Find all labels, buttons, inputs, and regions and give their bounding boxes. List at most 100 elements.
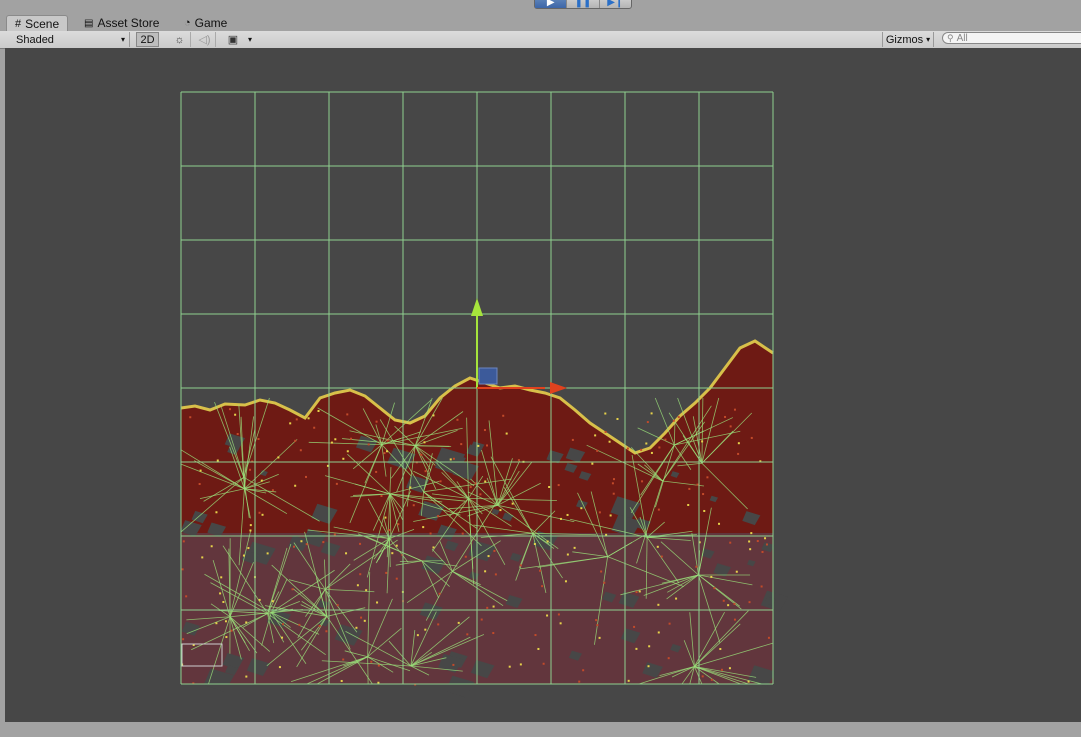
terrain-speck [492, 605, 495, 608]
terrain-speck [645, 442, 648, 445]
y-axis-arrow-icon[interactable] [471, 298, 483, 316]
terrain-speck [546, 614, 549, 617]
terrain-speck [222, 600, 225, 603]
terrain-speck [749, 548, 752, 551]
audio-toggle[interactable]: ◁) [194, 32, 216, 47]
terrain-speck [367, 443, 370, 446]
pivot-handle[interactable] [478, 367, 498, 385]
dropdown-arrow-icon: ▾ [247, 35, 252, 44]
terrain-speck [696, 483, 699, 486]
terrain-speck [305, 543, 308, 546]
terrain-speck [298, 623, 301, 626]
terrain-speck [479, 493, 482, 496]
terrain-speck [359, 573, 362, 576]
terrain-speck [664, 438, 667, 441]
terrain-speck [360, 616, 363, 619]
sun-icon: ☼ [174, 33, 185, 46]
2d-mode-toggle[interactable]: 2D [136, 32, 159, 47]
terrain-speck [385, 571, 388, 574]
terrain-speck [346, 450, 349, 453]
tab-game-label: Game [194, 16, 228, 30]
terrain-speck [733, 408, 736, 411]
terrain-speck [449, 458, 452, 461]
step-icon: ▶❙ [607, 0, 624, 8]
terrain-speck [638, 590, 641, 593]
terrain-speck [234, 413, 237, 416]
terrain-speck [266, 552, 269, 555]
terrain-speck [519, 663, 522, 666]
dropdown-arrow-icon: ▾ [926, 35, 931, 44]
terrain-speck [322, 541, 325, 544]
x-axis-arrow-icon[interactable] [550, 382, 567, 394]
terrain-speck [201, 556, 204, 559]
terrain-speck [591, 462, 594, 465]
terrain-speck [318, 625, 321, 628]
terrain-speck [423, 441, 426, 444]
terrain-speck [733, 618, 736, 621]
terrain-speck [722, 599, 725, 602]
terrain-speck [533, 543, 536, 546]
terrain-speck [633, 625, 636, 628]
terrain-speck [216, 459, 219, 462]
terrain-speck [295, 418, 298, 421]
scene-viewport[interactable] [5, 48, 1081, 722]
terrain-speck [646, 421, 649, 424]
terrain-speck [452, 457, 455, 460]
lighting-toggle[interactable]: ☼ [169, 32, 191, 47]
terrain-speck [452, 663, 455, 666]
terrain-speck [474, 482, 477, 485]
terrain-speck [313, 426, 316, 429]
terrain-speck [432, 546, 435, 549]
pause-button[interactable]: ❚❚ [567, 0, 600, 8]
terrain-speck [230, 629, 233, 632]
terrain-speck [703, 509, 706, 512]
terrain-speck [559, 517, 562, 520]
move-gizmo[interactable] [471, 298, 567, 394]
terrain-speck [182, 540, 185, 543]
terrain-speck [660, 555, 663, 558]
terrain-speck [340, 679, 343, 682]
terrain-speck [377, 664, 380, 667]
scene-canvas[interactable] [5, 48, 1081, 722]
terrain-speck [249, 529, 252, 532]
terrain-speck [289, 422, 292, 425]
terrain-speck [199, 469, 202, 472]
effects-toggle[interactable]: ▣ [222, 32, 244, 47]
terrain-speck [735, 570, 738, 573]
gizmos-dropdown[interactable]: Gizmos ▾ [882, 32, 934, 47]
terrain-speck [294, 484, 297, 487]
terrain-speck [236, 433, 239, 436]
terrain-speck [466, 633, 469, 636]
terrain-speck [541, 585, 544, 588]
pacman-icon: ◔ [184, 17, 191, 29]
tab-game[interactable]: ◔ Game [176, 15, 235, 31]
terrain-mesh[interactable] [180, 339, 788, 698]
search-placeholder: All [956, 32, 968, 44]
terrain-speck [291, 588, 294, 591]
terrain-speck [534, 634, 537, 637]
tab-scene-label: Scene [25, 17, 60, 31]
terrain-speck [537, 647, 540, 650]
terrain-speck [499, 509, 502, 512]
terrain-speck [719, 648, 722, 651]
step-button[interactable]: ▶❙ [600, 0, 631, 8]
play-button[interactable]: ▶ [535, 0, 568, 8]
terrain-speck [386, 439, 389, 442]
tab-scene[interactable]: # Scene [6, 15, 69, 32]
tab-asset-store[interactable]: ▤ Asset Store [76, 15, 167, 31]
shading-mode-dropdown[interactable]: Shaded ▾ [12, 32, 130, 47]
hierarchy-search-input[interactable]: ⚲ All [942, 32, 1081, 44]
terrain-speck [457, 621, 460, 624]
terrain-speck [278, 666, 281, 669]
terrain-speck [557, 484, 560, 487]
terrain-speck [386, 450, 389, 453]
play-controls: ▶ ❚❚ ▶❙ [534, 0, 632, 9]
terrain-speck [363, 619, 366, 622]
terrain-speck [456, 418, 459, 421]
terrain-speck [469, 486, 472, 489]
terrain-speck [667, 657, 670, 660]
terrain-speck [210, 545, 213, 548]
terrain-speck [330, 441, 333, 444]
effects-dropdown[interactable]: ▾ [245, 32, 255, 47]
terrain-speck [370, 660, 373, 663]
